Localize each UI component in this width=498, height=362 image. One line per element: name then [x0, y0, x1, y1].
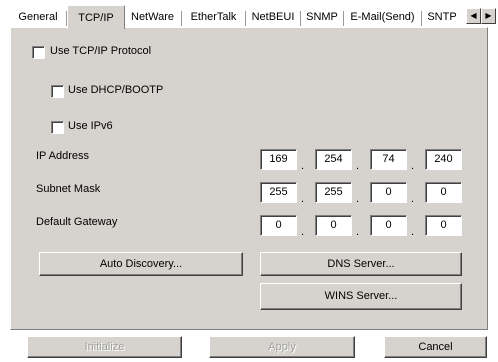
subnet-octet-4[interactable]: 0: [425, 182, 462, 203]
octet-separator: .: [356, 193, 360, 205]
subnet-mask-label: Subnet Mask: [36, 183, 101, 195]
tab-general[interactable]: General: [10, 8, 66, 28]
octet-separator: .: [301, 160, 305, 172]
use-tcpip-label: Use TCP/IP Protocol: [50, 45, 152, 57]
octet-separator: .: [301, 193, 305, 205]
auto-discovery-button[interactable]: Auto Discovery...: [39, 252, 243, 276]
octet-separator: .: [411, 226, 415, 238]
octet-separator: .: [356, 226, 360, 238]
wins-server-button[interactable]: WINS Server...: [260, 283, 462, 310]
ip-octet-2[interactable]: 254: [315, 149, 352, 170]
use-tcpip-checkbox[interactable]: [32, 46, 45, 59]
octet-separator: .: [301, 226, 305, 238]
tab-netware[interactable]: NetWare: [124, 8, 181, 28]
use-dhcp-label: Use DHCP/BOOTP: [68, 84, 164, 96]
apply-button[interactable]: Apply: [209, 336, 355, 358]
octet-separator: .: [411, 160, 415, 172]
tab-scroll-right-button[interactable]: ▶: [481, 8, 496, 24]
arrow-right-icon: ▶: [485, 11, 492, 20]
cancel-button[interactable]: Cancel: [384, 336, 487, 358]
default-gateway-label: Default Gateway: [36, 216, 118, 228]
subnet-octet-2[interactable]: 255: [315, 182, 352, 203]
tab-netbeui[interactable]: NetBEUI: [246, 8, 300, 28]
ip-octet-3[interactable]: 74: [370, 149, 407, 170]
octet-separator: .: [356, 160, 360, 172]
use-ipv6-checkbox[interactable]: [51, 121, 64, 134]
ip-octet-4[interactable]: 240: [425, 149, 462, 170]
tab-sntp[interactable]: SNTP: [422, 8, 462, 28]
octet-separator: .: [411, 193, 415, 205]
gateway-octet-3[interactable]: 0: [370, 215, 407, 236]
tab-email-send[interactable]: E-Mail(Send): [344, 8, 421, 28]
initialize-button[interactable]: Initialize: [27, 336, 182, 358]
ip-address-label: IP Address: [36, 150, 89, 162]
arrow-left-icon: ◀: [470, 11, 477, 20]
tab-ethertalk[interactable]: EtherTalk: [182, 8, 245, 28]
subnet-octet-3[interactable]: 0: [370, 182, 407, 203]
tab-scroll-left-button[interactable]: ◀: [466, 8, 481, 24]
tab-tcpip[interactable]: TCP/IP: [67, 5, 125, 29]
subnet-octet-1[interactable]: 255: [260, 182, 297, 203]
use-ipv6-label: Use IPv6: [68, 120, 113, 132]
tcpip-panel: Use TCP/IP Protocol Use DHCP/BOOTP Use I…: [10, 27, 488, 330]
gateway-octet-1[interactable]: 0: [260, 215, 297, 236]
gateway-octet-2[interactable]: 0: [315, 215, 352, 236]
ip-octet-1[interactable]: 169: [260, 149, 297, 170]
dns-server-button[interactable]: DNS Server...: [260, 252, 462, 276]
gateway-octet-4[interactable]: 0: [425, 215, 462, 236]
use-dhcp-checkbox[interactable]: [51, 85, 64, 98]
tab-snmp[interactable]: SNMP: [301, 8, 343, 28]
